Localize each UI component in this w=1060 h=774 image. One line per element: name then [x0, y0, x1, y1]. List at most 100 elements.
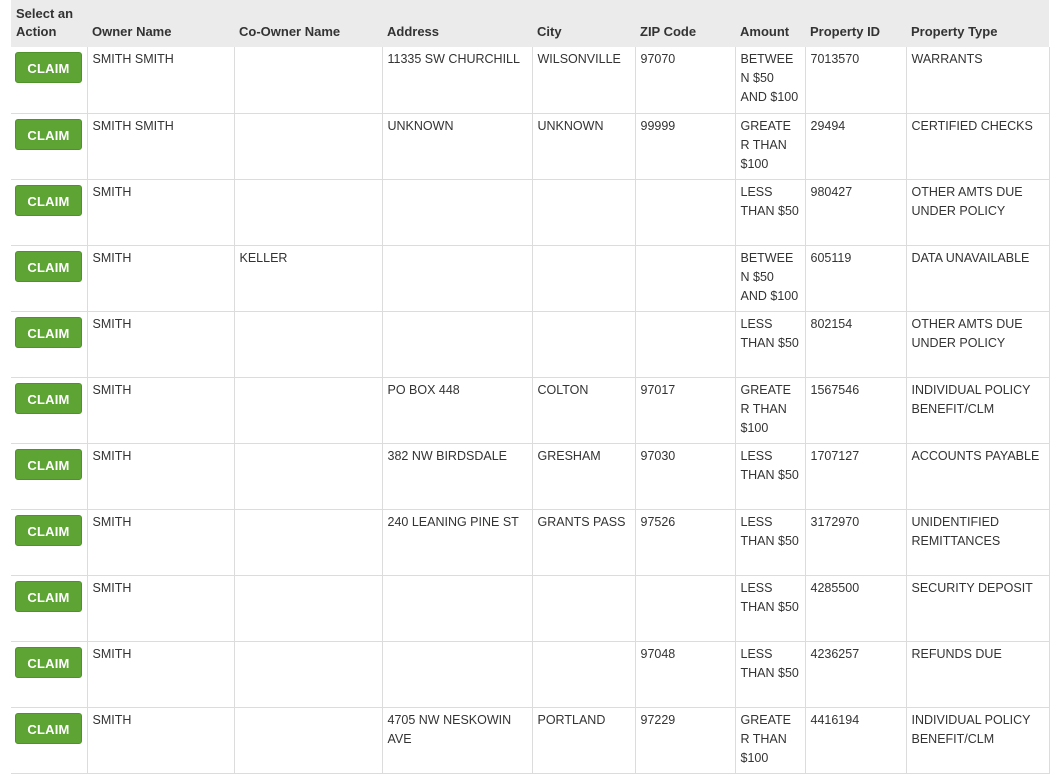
address-cell: [381, 640, 533, 708]
claim-button[interactable]: CLAIM: [15, 184, 82, 216]
header-select-action: Select an Action: [11, 0, 87, 47]
results-table-container: Select an Action Owner Name Co-Owner Nam…: [11, 0, 1050, 774]
claim-button[interactable]: CLAIM: [15, 316, 82, 348]
address-cell: 382 NW BIRDSDALE: [381, 442, 533, 510]
owner-name-cell: SMITH: [86, 178, 235, 246]
city-cell: [531, 310, 636, 378]
claim-button[interactable]: CLAIM: [15, 514, 82, 546]
table-row: CLAIM SMITH LESS THAN $50 802154 OTHER AMTS …: [11, 310, 1050, 378]
property-id-cell: 980427: [804, 178, 907, 246]
table-row: CLAIM SMITH LESS THAN $50 980427 OTHER AMTS …: [11, 178, 1050, 246]
action-cell: CLAIM: [11, 244, 88, 312]
property-type-cell: REFUNDS DUE: [905, 640, 1050, 708]
property-type-cell: INDIVIDUAL POLICY BENEFIT/CLM: [905, 706, 1050, 774]
property-id-cell: 7013570: [804, 47, 907, 114]
amount-cell: LESS THAN $50: [734, 442, 806, 510]
header-zip-code[interactable]: ZIP Code: [635, 0, 735, 47]
city-cell: WILSONVILLE: [531, 47, 636, 114]
city-cell: [531, 640, 636, 708]
property-type-cell: WARRANTS: [905, 47, 1050, 114]
owner-name-cell: SMITH: [86, 310, 235, 378]
property-type-cell: OTHER AMTS DUE UNDER POLICY: [905, 178, 1050, 246]
city-cell: GRESHAM: [531, 442, 636, 510]
co-owner-name-cell: [233, 310, 383, 378]
address-cell: 240 LEANING PINE ST: [381, 508, 533, 576]
table-row: CLAIM SMITH 4705 NW NESKOWIN AVE PORTLAND 97…: [11, 706, 1050, 774]
zip-code-cell: [634, 310, 736, 378]
action-cell: CLAIM: [11, 442, 88, 510]
co-owner-name-cell: [233, 376, 383, 444]
property-id-cell: 4416194: [804, 706, 907, 774]
owner-name-cell: SMITH: [86, 706, 235, 774]
address-cell: 11335 SW CHURCHILL: [381, 47, 533, 114]
claim-button[interactable]: CLAIM: [15, 448, 82, 480]
table-row: CLAIM SMITH SMITH 11335 SW CHURCHILL WILSON…: [11, 47, 1050, 114]
property-id-cell: 1567546: [804, 376, 907, 444]
property-type-cell: SECURITY DEPOSIT: [905, 574, 1050, 642]
city-cell: [531, 244, 636, 312]
header-owner-name[interactable]: Owner Name: [87, 0, 234, 47]
header-row: Select an Action Owner Name Co-Owner Nam…: [11, 0, 1049, 47]
owner-name-cell: SMITH: [86, 640, 235, 708]
city-cell: GRANTS PASS: [531, 508, 636, 576]
header-property-type[interactable]: Property Type: [906, 0, 1049, 47]
zip-code-cell: 97070: [634, 47, 736, 114]
amount-cell: GREATER THAN $100: [734, 706, 806, 774]
header-address[interactable]: Address: [382, 0, 532, 47]
table-row: CLAIM SMITH SMITH UNKNOWN UNKNOWN 99999 GREAT…: [11, 112, 1050, 180]
property-id-cell: 802154: [804, 310, 907, 378]
unclaimed-property-table: Select an Action Owner Name Co-Owner Nam…: [11, 0, 1050, 774]
city-cell: COLTON: [531, 376, 636, 444]
claim-button[interactable]: CLAIM: [15, 646, 82, 678]
table-row: CLAIM SMITH 97048 LESS THAN $50 4236257 REFUN…: [11, 640, 1050, 708]
table-row: CLAIM SMITH LESS THAN $50 4285500 SECURITY D…: [11, 574, 1050, 642]
address-cell: [381, 310, 533, 378]
property-type-cell: ACCOUNTS PAYABLE: [905, 442, 1050, 510]
property-id-cell: 3172970: [804, 508, 907, 576]
owner-name-cell: SMITH: [86, 574, 235, 642]
address-cell: [381, 574, 533, 642]
claim-button[interactable]: CLAIM: [15, 250, 82, 282]
action-cell: CLAIM: [11, 640, 88, 708]
table-header: Select an Action Owner Name Co-Owner Nam…: [11, 0, 1049, 47]
header-amount[interactable]: Amount: [735, 0, 805, 47]
owner-name-cell: SMITH: [86, 508, 235, 576]
co-owner-name-cell: [233, 442, 383, 510]
zip-code-cell: 97048: [634, 640, 736, 708]
owner-name-cell: SMITH: [86, 442, 235, 510]
amount-cell: GREATER THAN $100: [734, 112, 806, 180]
co-owner-name-cell: KELLER: [233, 244, 383, 312]
owner-name-cell: SMITH SMITH: [86, 112, 235, 180]
zip-code-cell: [634, 244, 736, 312]
zip-code-cell: [634, 178, 736, 246]
property-id-cell: 605119: [804, 244, 907, 312]
zip-code-cell: 97229: [634, 706, 736, 774]
amount-cell: BETWEEN $50 AND $100: [734, 244, 806, 312]
action-cell: CLAIM: [11, 508, 88, 576]
zip-code-cell: 97030: [634, 442, 736, 510]
table-row: CLAIM SMITH 240 LEANING PINE ST GRANTS PASS…: [11, 508, 1050, 576]
header-property-id[interactable]: Property ID: [805, 0, 906, 47]
property-id-cell: 1707127: [804, 442, 907, 510]
amount-cell: LESS THAN $50: [734, 574, 806, 642]
claim-button[interactable]: CLAIM: [15, 382, 82, 414]
claim-button[interactable]: CLAIM: [15, 118, 82, 150]
zip-code-cell: 99999: [634, 112, 736, 180]
zip-code-cell: 97017: [634, 376, 736, 444]
address-cell: UNKNOWN: [381, 112, 533, 180]
header-co-owner-name[interactable]: Co-Owner Name: [234, 0, 382, 47]
property-id-cell: 4285500: [804, 574, 907, 642]
amount-cell: LESS THAN $50: [734, 508, 806, 576]
header-city[interactable]: City: [532, 0, 635, 47]
owner-name-cell: SMITH: [86, 376, 235, 444]
claim-button[interactable]: CLAIM: [15, 580, 82, 612]
amount-cell: LESS THAN $50: [734, 310, 806, 378]
claim-button[interactable]: CLAIM: [15, 52, 82, 83]
action-cell: CLAIM: [11, 178, 88, 246]
co-owner-name-cell: [233, 47, 383, 114]
property-type-cell: UNIDENTIFIED REMITTANCES: [905, 508, 1050, 576]
co-owner-name-cell: [233, 640, 383, 708]
claim-button[interactable]: CLAIM: [15, 712, 82, 744]
address-cell: [381, 244, 533, 312]
action-cell: CLAIM: [11, 310, 88, 378]
